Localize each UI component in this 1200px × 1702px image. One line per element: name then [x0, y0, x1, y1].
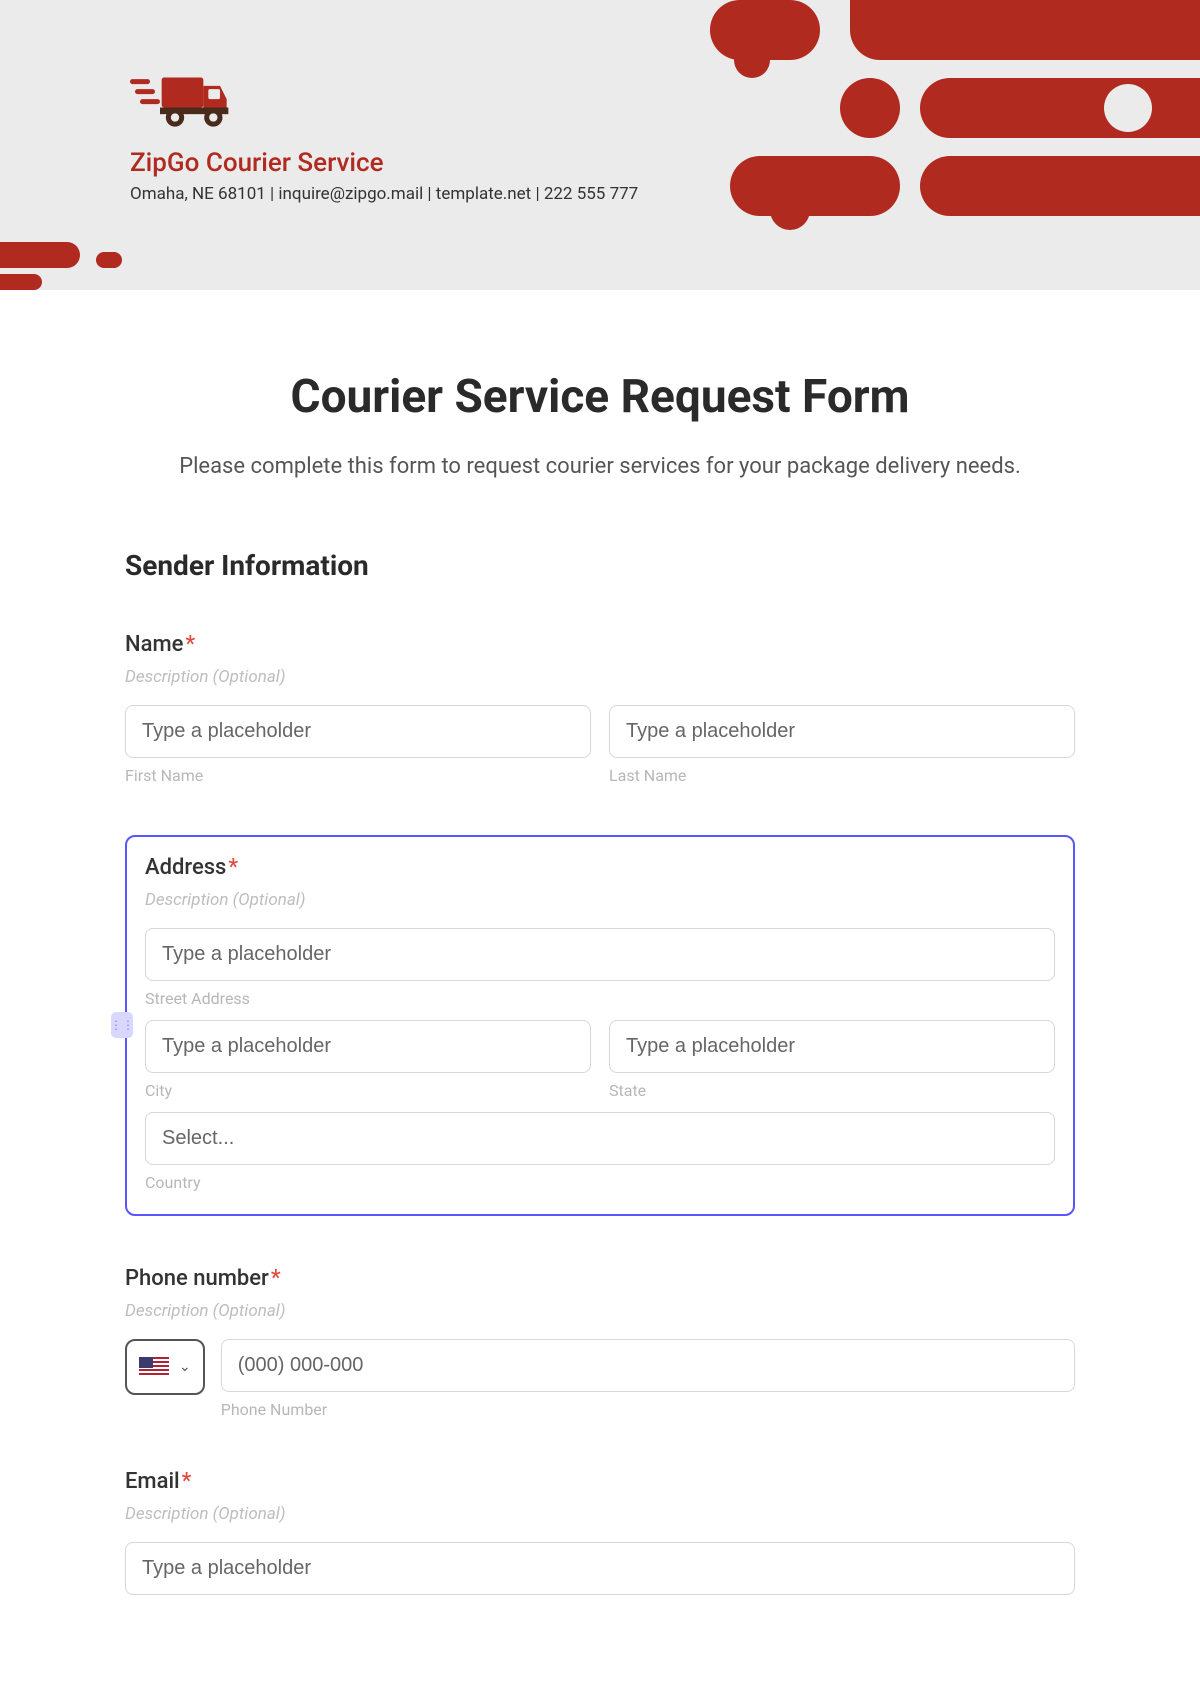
- street-address-input[interactable]: [145, 928, 1055, 981]
- drag-handle-icon[interactable]: ⋮⋮: [111, 1012, 133, 1038]
- phone-label: Phone number*: [125, 1266, 1075, 1291]
- address-field-group[interactable]: ⋮⋮ Address* Description (Optional) Stree…: [125, 835, 1075, 1216]
- last-name-input[interactable]: [609, 705, 1075, 758]
- first-name-input[interactable]: [125, 705, 591, 758]
- required-asterisk: *: [271, 1266, 281, 1291]
- required-asterisk: *: [185, 632, 195, 657]
- decor-shape: [0, 274, 42, 290]
- truck-icon: [130, 70, 230, 130]
- logo-area: ZipGo Courier Service Omaha, NE 68101 | …: [130, 70, 638, 204]
- country-select[interactable]: [145, 1112, 1055, 1165]
- name-label-text: Name: [125, 632, 183, 657]
- header-band: ZipGo Courier Service Omaha, NE 68101 | …: [0, 0, 1200, 290]
- required-asterisk: *: [228, 855, 238, 880]
- required-asterisk: *: [182, 1469, 192, 1494]
- us-flag-icon: [139, 1357, 169, 1377]
- decor-shape: [1104, 84, 1152, 132]
- chevron-down-icon: ⌄: [179, 1359, 191, 1375]
- state-sublabel: State: [609, 1081, 1055, 1100]
- decor-shape: [96, 252, 122, 268]
- state-input[interactable]: [609, 1020, 1055, 1073]
- name-field-group: Name* Description (Optional) First Name …: [125, 632, 1075, 785]
- decor-shape: [770, 190, 810, 230]
- last-name-sublabel: Last Name: [609, 766, 1075, 785]
- phone-description[interactable]: Description (Optional): [125, 1301, 1075, 1321]
- section-sender-heading: Sender Information: [125, 549, 1075, 582]
- country-code-select[interactable]: ⌄: [125, 1339, 205, 1395]
- phone-sublabel: Phone Number: [221, 1400, 1075, 1419]
- decor-shape: [840, 78, 900, 138]
- address-description[interactable]: Description (Optional): [145, 890, 1055, 910]
- email-label: Email*: [125, 1469, 1075, 1494]
- decor-shape: [734, 42, 770, 78]
- street-address-sublabel: Street Address: [145, 989, 1055, 1008]
- phone-label-text: Phone number: [125, 1266, 269, 1291]
- decor-shape: [730, 156, 900, 216]
- form-container: Courier Service Request Form Please comp…: [125, 290, 1075, 1595]
- email-field-group: Email* Description (Optional): [125, 1469, 1075, 1595]
- form-subtitle: Please complete this form to request cou…: [125, 454, 1075, 479]
- decor-shape: [850, 0, 1200, 60]
- first-name-sublabel: First Name: [125, 766, 591, 785]
- city-sublabel: City: [145, 1081, 591, 1100]
- email-label-text: Email: [125, 1469, 180, 1494]
- decor-shape: [920, 156, 1200, 216]
- company-name: ZipGo Courier Service: [130, 148, 638, 178]
- company-meta: Omaha, NE 68101 | inquire@zipgo.mail | t…: [130, 184, 638, 204]
- country-sublabel: Country: [145, 1173, 1055, 1192]
- name-description[interactable]: Description (Optional): [125, 667, 1075, 687]
- city-input[interactable]: [145, 1020, 591, 1073]
- name-label: Name*: [125, 632, 1075, 657]
- phone-number-input[interactable]: [221, 1339, 1075, 1392]
- address-label: Address*: [145, 855, 1055, 880]
- phone-field-group: Phone number* Description (Optional) ⌄ P…: [125, 1266, 1075, 1419]
- decor-shape: [0, 242, 80, 268]
- form-title: Courier Service Request Form: [125, 370, 1075, 424]
- decor-shape: [920, 78, 1200, 138]
- address-label-text: Address: [145, 855, 226, 880]
- email-input[interactable]: [125, 1542, 1075, 1595]
- email-description[interactable]: Description (Optional): [125, 1504, 1075, 1524]
